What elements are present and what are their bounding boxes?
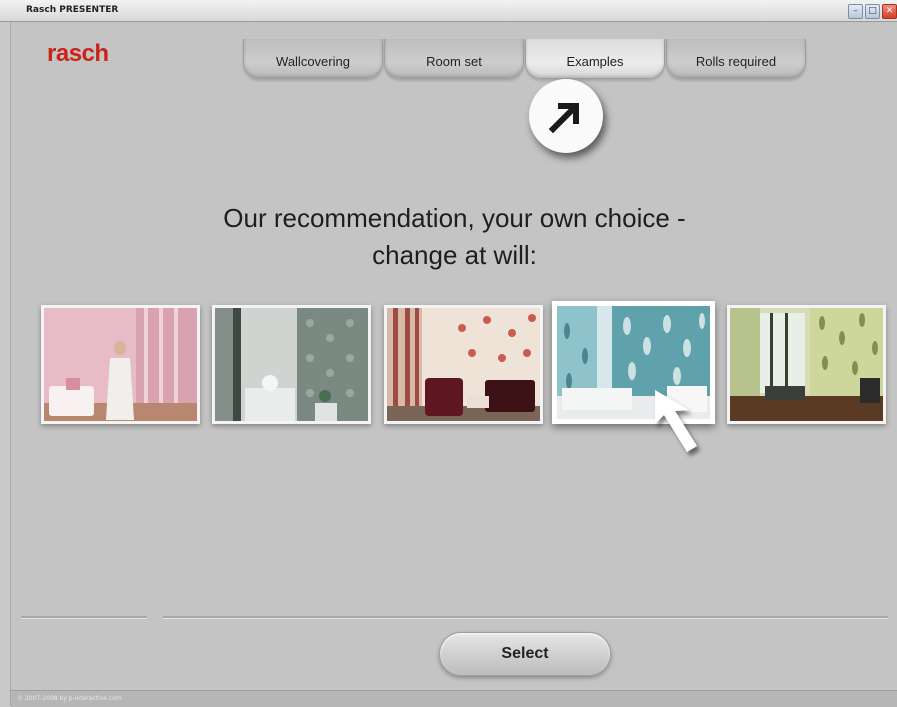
tab-examples[interactable]: Examples — [525, 39, 665, 79]
app-content: rasch Wallcovering Room set Examples Rol… — [10, 22, 897, 707]
hint-badge — [529, 79, 603, 153]
window-controls: – □ ✕ — [848, 4, 897, 19]
tab-rolls-required[interactable]: Rolls required — [666, 39, 806, 79]
tab-bar: Wallcovering Room set Examples Rolls req… — [243, 39, 806, 79]
minimize-button[interactable]: – — [848, 4, 863, 19]
page-headline: Our recommendation, your own choice - ch… — [11, 200, 897, 274]
headline-line-1: Our recommendation, your own choice - — [223, 203, 686, 233]
select-button[interactable]: Select — [439, 632, 611, 676]
status-strip: © 2007-2008 by p-interactive.com — [11, 690, 897, 707]
close-button[interactable]: ✕ — [882, 4, 897, 19]
red-floral-room-image — [387, 308, 540, 421]
example-thumbnail-2[interactable] — [212, 305, 371, 424]
copyright-text: © 2007-2008 by p-interactive.com — [17, 695, 122, 702]
divider-left — [21, 616, 147, 619]
divider-right — [163, 616, 888, 619]
example-thumbnail-5[interactable] — [727, 305, 886, 424]
window-title: Rasch PRESENTER — [26, 5, 119, 15]
headline-line-2: change at will: — [372, 240, 537, 270]
example-thumbnail-3[interactable] — [384, 305, 543, 424]
green-leaf-room-image — [730, 308, 883, 421]
window-titlebar[interactable]: Rasch PRESENTER – □ ✕ — [0, 0, 897, 22]
arrow-up-right-icon — [548, 103, 579, 134]
grey-pattern-room-image — [215, 308, 368, 421]
pink-room-image — [44, 308, 197, 421]
example-thumbnail-1[interactable] — [41, 305, 200, 424]
rasch-logo: rasch — [47, 40, 109, 67]
tab-wallcovering[interactable]: Wallcovering — [243, 39, 383, 79]
mouse-pointer-icon — [647, 384, 717, 469]
tab-room-set[interactable]: Room set — [384, 39, 524, 79]
maximize-button[interactable]: □ — [865, 4, 880, 19]
